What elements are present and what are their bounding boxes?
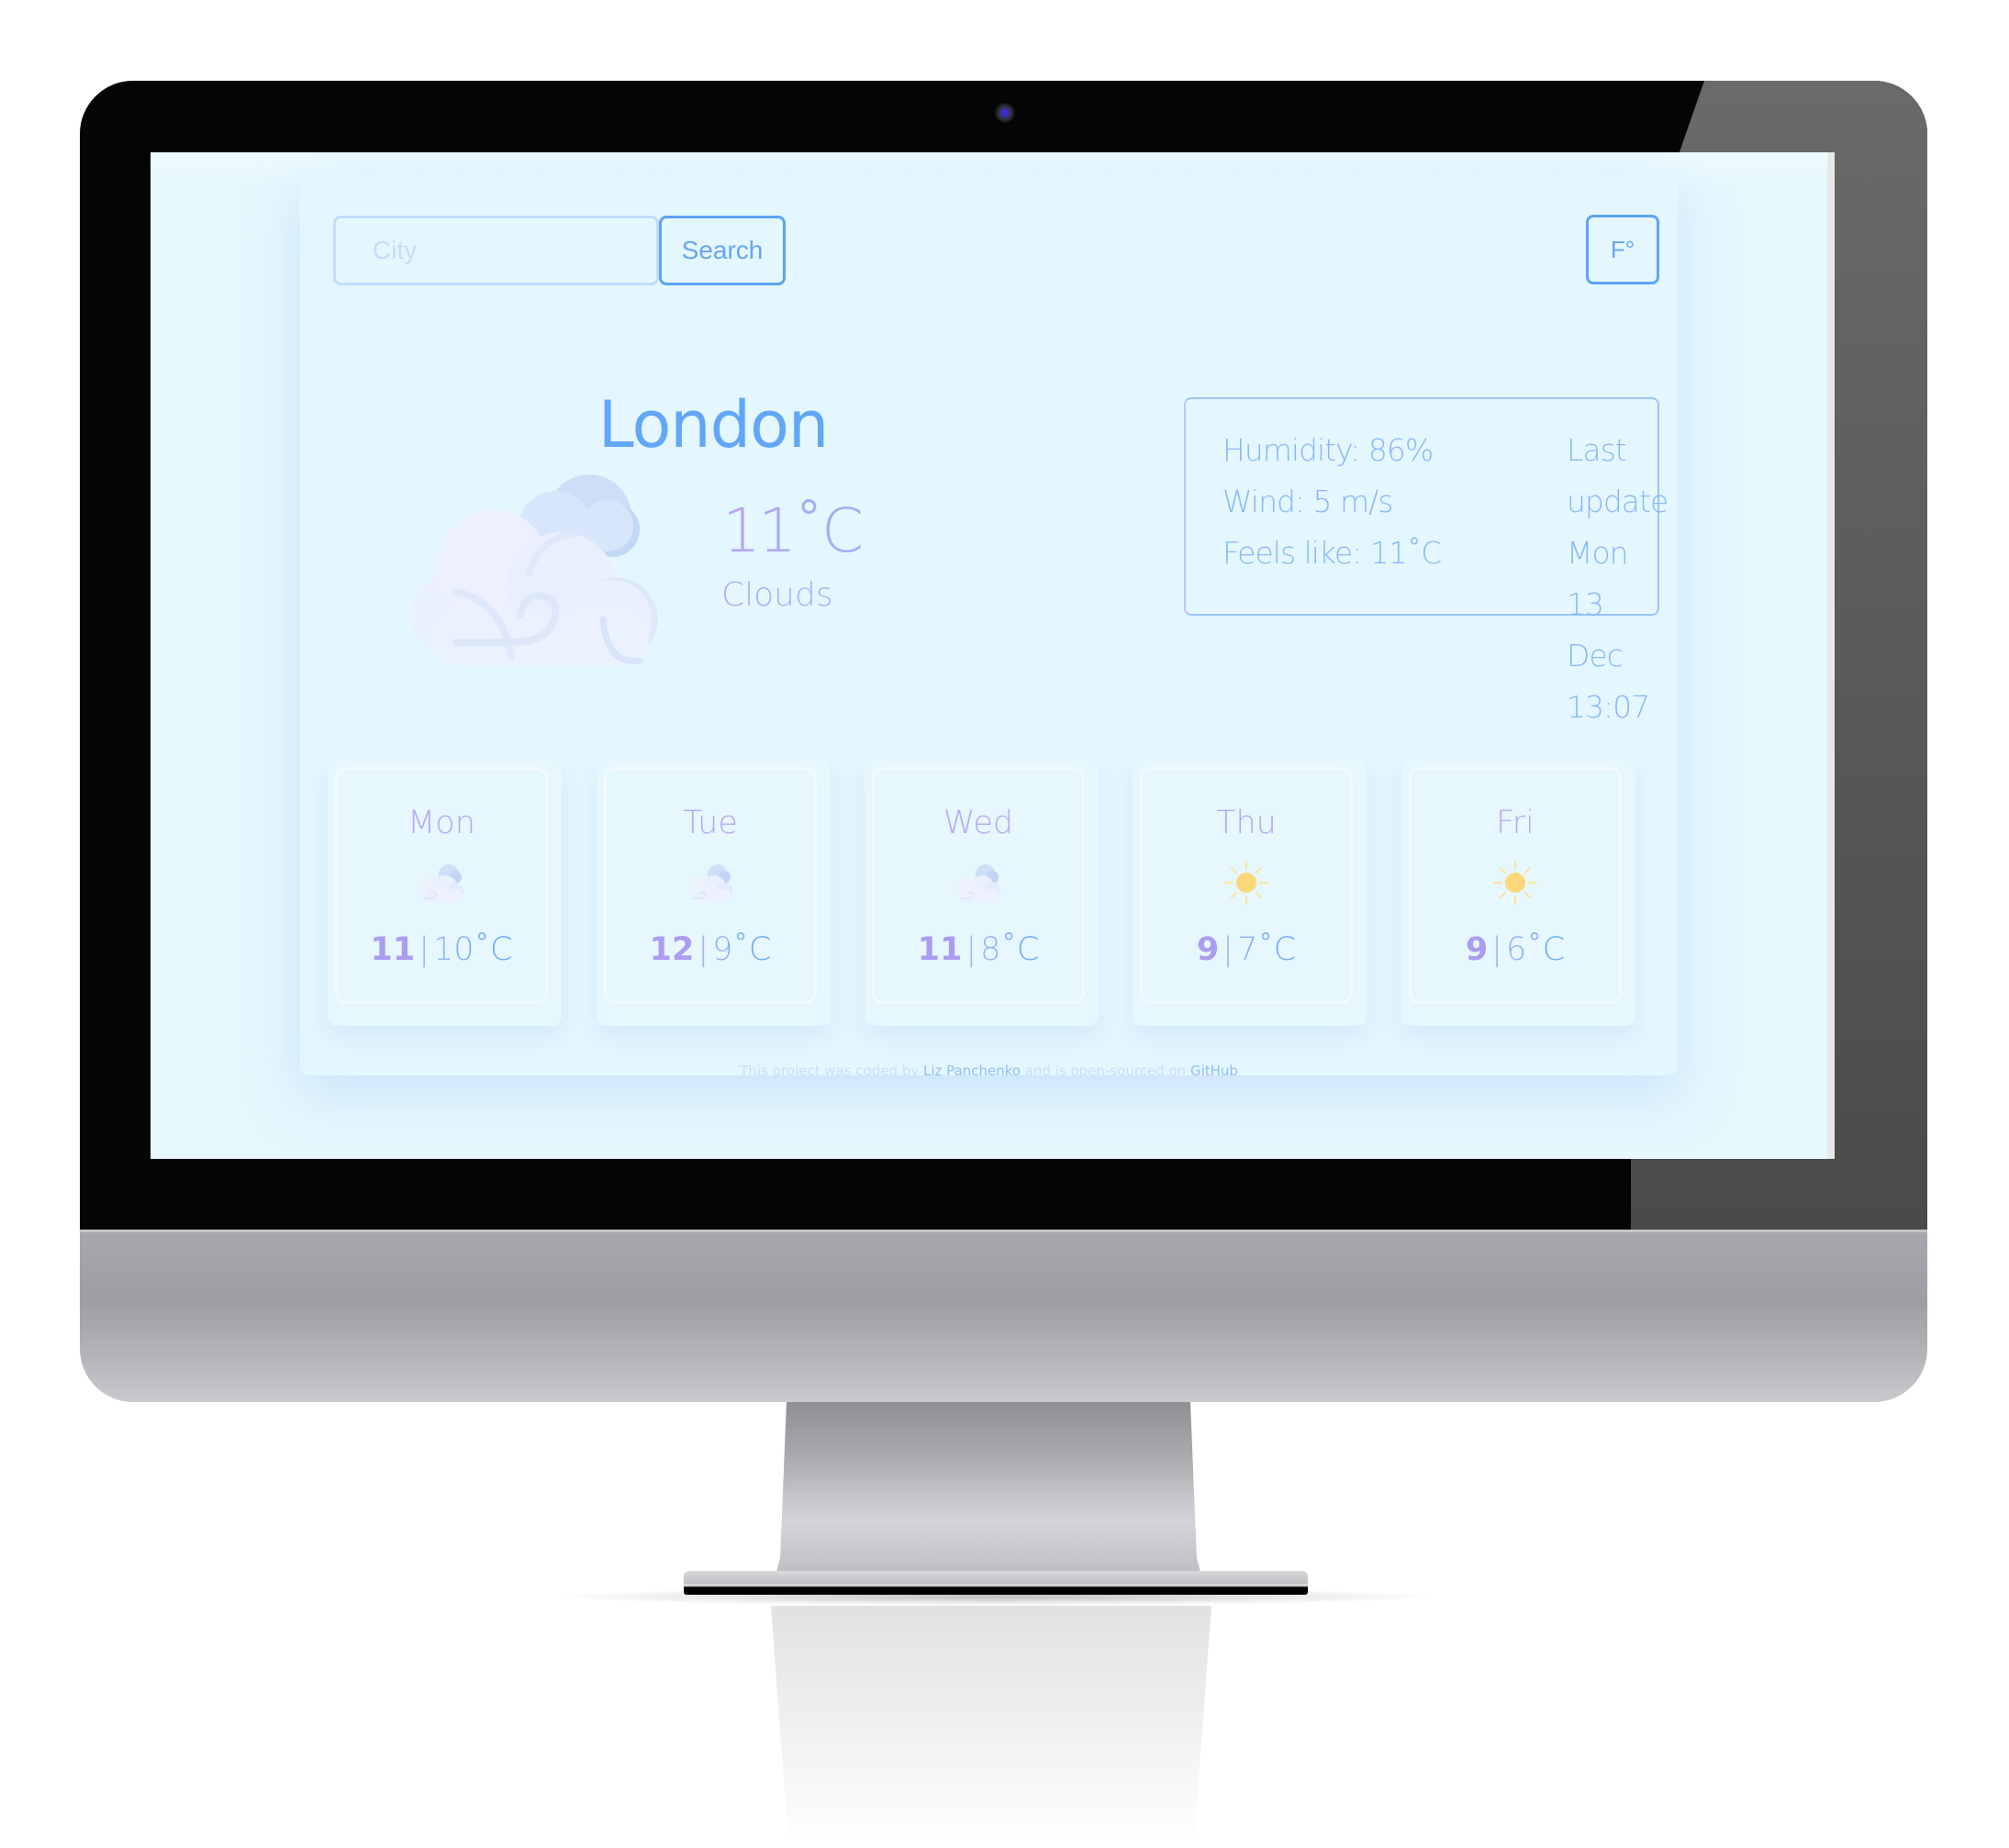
forecast-day-name: Thu bbox=[1216, 805, 1277, 841]
weather-description: Clouds bbox=[721, 576, 833, 614]
forecast-min-temp: 10˚C bbox=[433, 931, 513, 968]
footer-text: and is open-sourced on bbox=[1021, 1063, 1190, 1079]
github-link[interactable]: GitHub bbox=[1190, 1063, 1238, 1079]
clouds-icon bbox=[690, 864, 732, 902]
forecast-max-temp: 11 bbox=[370, 931, 416, 968]
webcam bbox=[995, 103, 1015, 123]
forecast-card: Fri 9 | 6˚C bbox=[1409, 767, 1622, 1004]
forecast-card: Thu 9 | 7˚C bbox=[1140, 767, 1353, 1004]
temp-separator: | bbox=[965, 931, 977, 968]
screen: Search F° London 11˚C bbox=[151, 152, 1835, 1159]
forecast-day-name: Wed bbox=[943, 805, 1014, 841]
monitor-stand-foot bbox=[684, 1571, 1308, 1595]
temp-separator: | bbox=[1491, 931, 1502, 968]
wind-speed: Wind: 5 m/s bbox=[1222, 484, 1394, 519]
forecast-day-mon: Mon 11 | 10˚C bbox=[328, 760, 562, 1026]
forecast-day-tue: Tue 12 | 9˚C bbox=[597, 760, 831, 1026]
footer: This project was coded by Liz Panchenko … bbox=[300, 1063, 1678, 1079]
forecast-day-name: Mon bbox=[407, 805, 475, 841]
forecast-max-temp: 9 bbox=[1196, 931, 1220, 968]
temp-separator: | bbox=[1222, 931, 1233, 968]
forecast-temps: 9 | 7˚C bbox=[1143, 931, 1350, 968]
weather-app: Search F° London 11˚C bbox=[300, 174, 1678, 1079]
forecast-temps: 11 | 10˚C bbox=[338, 931, 545, 968]
forecast-day-wed: Wed 11 | 8˚C bbox=[865, 760, 1099, 1026]
stand-reflection bbox=[771, 1606, 1211, 1844]
last-update-time: 13:07 bbox=[1567, 689, 1650, 725]
clouds-icon bbox=[958, 864, 1000, 902]
forecast-day-name: Tue bbox=[683, 805, 738, 841]
forecast-day-fri: Fri 9 | 6˚C bbox=[1401, 760, 1635, 1026]
city-name: London bbox=[597, 387, 830, 462]
author-link[interactable]: Liz Panchenko bbox=[923, 1063, 1021, 1079]
forecast-min-temp: 9˚C bbox=[712, 931, 772, 968]
sun-icon bbox=[1493, 861, 1537, 905]
sun-icon bbox=[1224, 861, 1268, 905]
last-update: Last update Mon 13 Dec 13:07 bbox=[1567, 425, 1669, 733]
temp-separator: | bbox=[419, 931, 430, 968]
forecast-day-thu: Thu 9 | 7˚C bbox=[1133, 760, 1367, 1026]
forecast-min-temp: 6˚C bbox=[1505, 931, 1566, 968]
forecast-card: Tue 12 | 9˚C bbox=[604, 767, 817, 1004]
forecast-temps: 12 | 9˚C bbox=[607, 931, 814, 968]
temp-separator: | bbox=[698, 931, 709, 968]
humidity: Humidity: 86% bbox=[1222, 432, 1434, 468]
monitor-chin bbox=[80, 1230, 1927, 1402]
weather-details: Humidity: 86% Wind: 5 m/s Feels like: 11… bbox=[1184, 397, 1669, 725]
forecast-min-temp: 7˚C bbox=[1236, 931, 1297, 968]
forecast-card: Mon 11 | 10˚C bbox=[335, 767, 548, 1004]
forecast-max-temp: 12 bbox=[649, 931, 695, 968]
forecast-temps: 11 | 8˚C bbox=[875, 931, 1082, 968]
last-update-label: Last update bbox=[1567, 432, 1669, 519]
forecast-temps: 9 | 6˚C bbox=[1412, 931, 1619, 968]
last-update-date: Mon 13 Dec bbox=[1567, 535, 1629, 674]
forecast-card: Wed 11 | 8˚C bbox=[872, 767, 1085, 1004]
search-button[interactable]: Search bbox=[659, 216, 786, 285]
feels-like: Feels like: 11˚C bbox=[1222, 535, 1442, 571]
city-search-input[interactable] bbox=[333, 216, 659, 285]
temperature-value: 11 bbox=[722, 495, 794, 566]
clouds-wind-icon bbox=[410, 474, 658, 665]
conditions-list: Humidity: 86% Wind: 5 m/s Feels like: 11… bbox=[1222, 425, 1442, 579]
temperature-unit: ˚C bbox=[793, 495, 862, 566]
clouds-icon bbox=[421, 864, 463, 902]
forecast-max-temp: 9 bbox=[1465, 931, 1489, 968]
forecast-min-temp: 8˚C bbox=[980, 931, 1040, 968]
forecast-day-name: Fri bbox=[1496, 805, 1535, 841]
forecast: Mon 11 | 10˚C Tue 12 | 9˚C Wed 11 | 8˚C Thu 9 | 7˚C Fri 9… bbox=[328, 741, 1649, 1026]
current-temperature: 11˚C bbox=[722, 495, 861, 566]
monitor-stand bbox=[773, 1402, 1204, 1586]
fahrenheit-toggle-button[interactable]: F° bbox=[1586, 215, 1659, 284]
footer-text: This project was coded by bbox=[740, 1063, 923, 1079]
forecast-max-temp: 11 bbox=[917, 931, 963, 968]
